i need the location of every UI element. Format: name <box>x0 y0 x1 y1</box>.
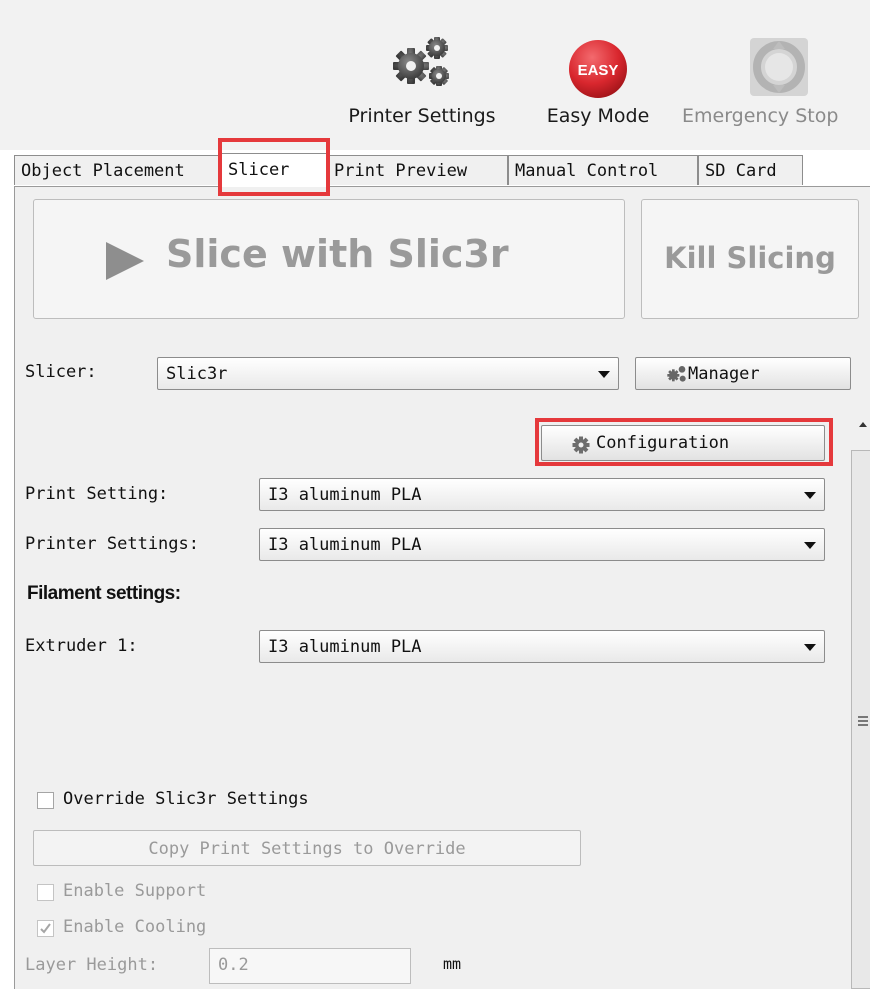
easy-mode-button[interactable]: EASY Easy Mode <box>528 30 668 140</box>
slicer-select-value: Slic3r <box>166 364 228 384</box>
kill-slicing-button[interactable]: Kill Slicing <box>641 199 859 319</box>
enable-support-label[interactable]: Enable Support <box>63 881 206 901</box>
override-label[interactable]: Override Slic3r Settings <box>63 789 309 809</box>
printer-settings-label: Printer Settings <box>348 105 496 127</box>
print-setting-label: Print Setting: <box>25 484 169 504</box>
toolbar: Printer Settings EASY Easy Mode Emergenc… <box>0 0 870 150</box>
tab-manual-control[interactable]: Manual Control <box>508 155 698 185</box>
extruder1-select[interactable]: I3 aluminum PLA <box>259 630 825 663</box>
configuration-button[interactable]: Configuration <box>541 425 825 461</box>
extruder1-value: I3 aluminum PLA <box>268 637 422 657</box>
layer-height-unit: mm <box>443 955 462 973</box>
manager-button-label: Manager <box>688 364 760 384</box>
slice-button-label: Slice with Slic3r <box>166 232 509 276</box>
dropdown-arrow-icon <box>804 542 816 549</box>
manager-button[interactable]: Manager <box>635 357 851 390</box>
tab-print-preview[interactable]: Print Preview <box>327 155 508 185</box>
layer-height-input[interactable]: 0.2 <box>209 948 411 984</box>
gear-icon <box>572 436 590 454</box>
extruder1-label: Extruder 1: <box>25 636 138 656</box>
printer-settings-value: I3 aluminum PLA <box>268 535 422 555</box>
printer-settings-select[interactable]: I3 aluminum PLA <box>259 528 825 561</box>
enable-cooling-checkbox[interactable] <box>37 920 54 937</box>
layer-height-value: 0.2 <box>218 955 249 975</box>
configuration-button-label: Configuration <box>596 433 730 453</box>
emergency-stop-button[interactable]: Emergency Stop <box>682 30 870 140</box>
play-icon <box>106 242 144 280</box>
printer-settings-button[interactable]: Printer Settings <box>333 30 511 140</box>
gears-icon <box>393 37 449 86</box>
dropdown-arrow-icon <box>804 492 816 499</box>
tab-slicer[interactable]: Slicer <box>221 153 327 187</box>
dropdown-arrow-icon <box>598 371 610 378</box>
enable-support-checkbox[interactable] <box>37 884 54 901</box>
tab-object-placement[interactable]: Object Placement <box>14 155 222 185</box>
layer-height-label: Layer Height: <box>25 955 159 975</box>
checkmark-icon <box>40 923 51 934</box>
easy-badge-text: EASY <box>578 62 619 79</box>
emergency-stop-icon <box>750 38 808 96</box>
slicer-label: Slicer: <box>25 362 97 382</box>
tab-bar: Object Placement Slicer Print Preview Ma… <box>14 153 870 187</box>
print-setting-select[interactable]: I3 aluminum PLA <box>259 478 825 511</box>
slicer-select[interactable]: Slic3r <box>157 357 619 390</box>
kill-button-label: Kill Slicing <box>664 241 836 275</box>
tab-sd-card[interactable]: SD Card <box>698 155 803 185</box>
easy-mode-label: Easy Mode <box>546 105 650 127</box>
enable-cooling-label[interactable]: Enable Cooling <box>63 917 206 937</box>
easy-mode-icon: EASY <box>569 40 627 98</box>
scrollbar-thumb[interactable] <box>851 450 870 989</box>
override-checkbox[interactable] <box>37 792 54 809</box>
scroll-up-icon[interactable] <box>858 420 868 428</box>
slice-with-slic3r-button[interactable]: Slice with Slic3r <box>33 199 625 319</box>
filament-settings-heading: Filament settings: <box>27 583 181 604</box>
emergency-stop-label: Emergency Stop <box>682 105 839 127</box>
dropdown-arrow-icon <box>804 644 816 651</box>
gears-icon <box>667 366 686 382</box>
print-setting-value: I3 aluminum PLA <box>268 485 422 505</box>
copy-print-settings-button[interactable]: Copy Print Settings to Override <box>33 830 581 866</box>
slicer-panel: Slice with Slic3r Kill Slicing Slicer: S… <box>14 186 870 989</box>
printer-settings-label: Printer Settings: <box>25 534 199 554</box>
copy-button-label: Copy Print Settings to Override <box>148 839 466 859</box>
